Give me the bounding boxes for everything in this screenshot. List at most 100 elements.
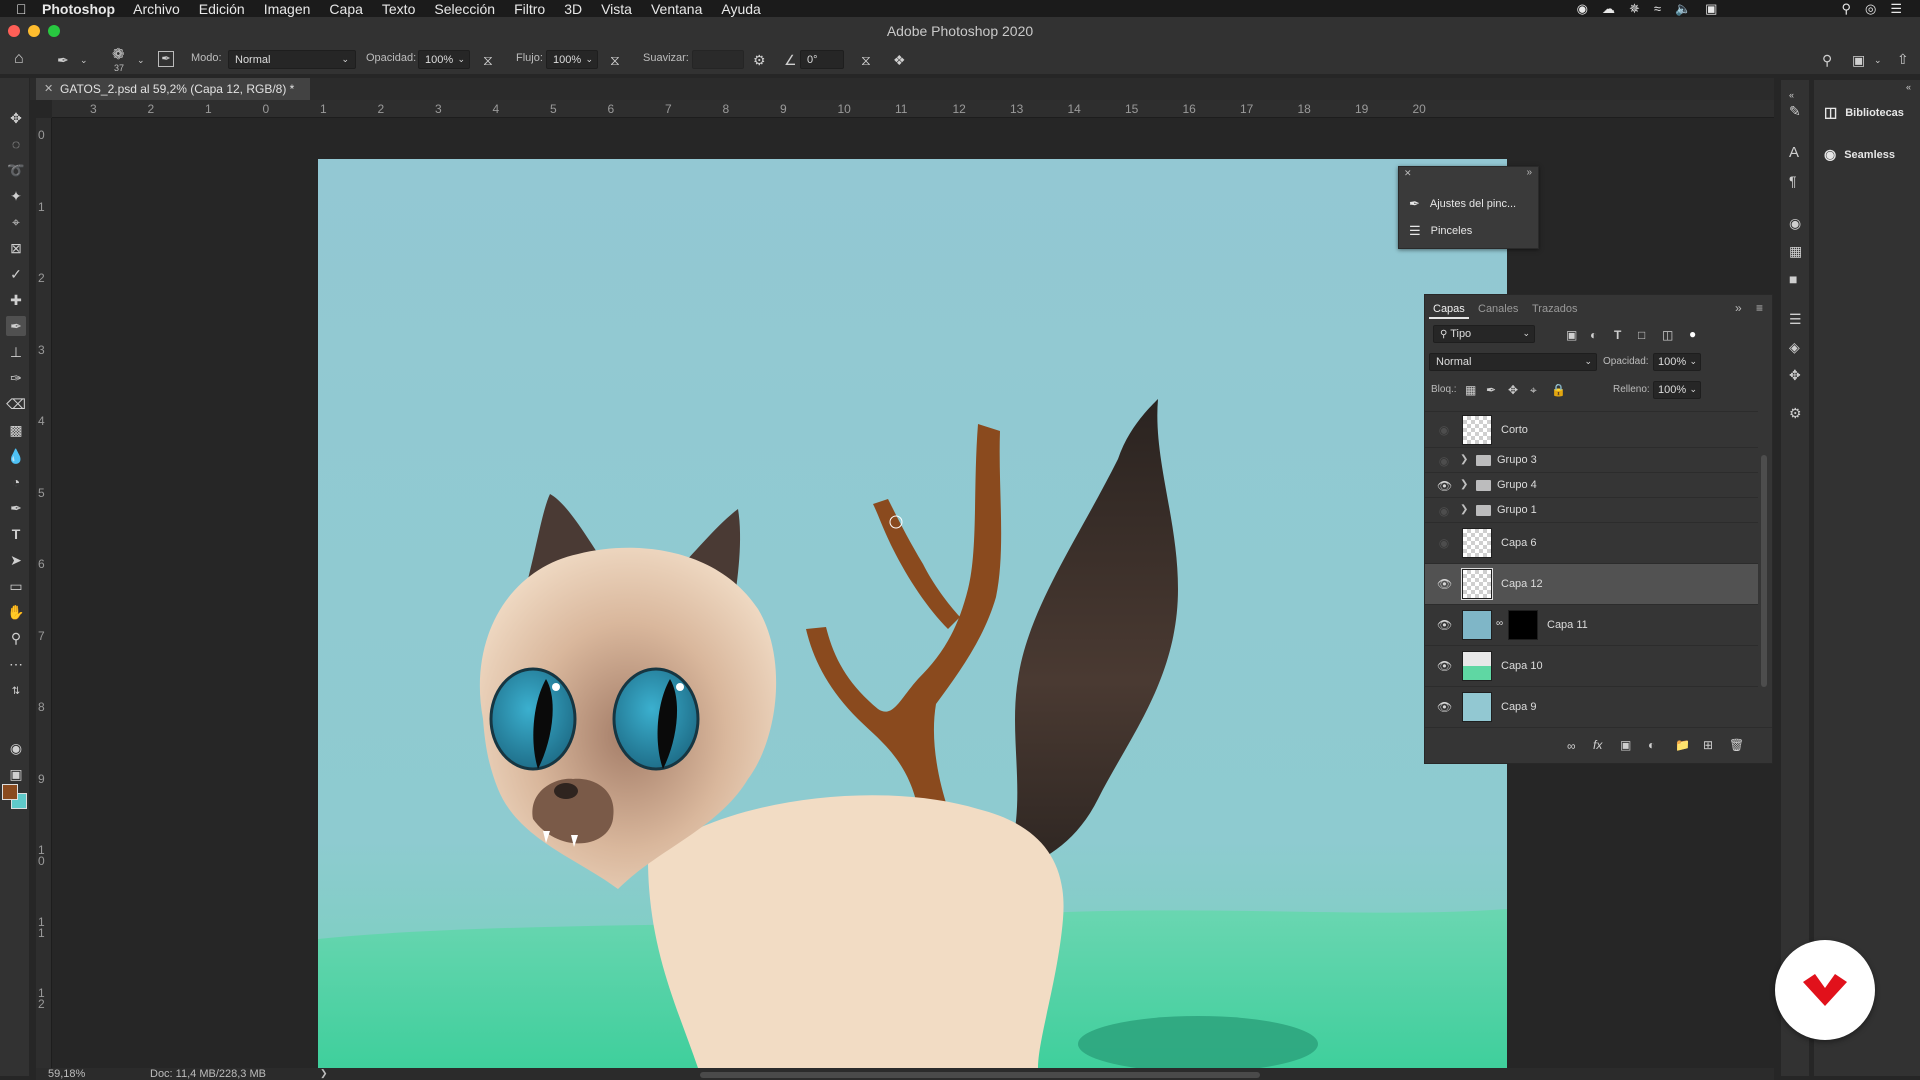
airbrush-icon[interactable]: ⧖ [610, 53, 620, 67]
marquee-tool-icon[interactable]: ◌ [6, 134, 26, 154]
symmetry-icon[interactable]: ❖ [893, 53, 906, 67]
seamless-tab[interactable]: ◉ Seamless [1824, 146, 1895, 163]
layers-panel-icon[interactable]: ☰ [1789, 312, 1802, 326]
swatches-panel-icon[interactable]: ▦ [1789, 244, 1802, 258]
chevron-down-icon[interactable]: ⌄ [137, 53, 145, 67]
display-icon[interactable]: ▣ [1705, 1, 1717, 17]
eye-icon[interactable]: 👁 [1437, 577, 1452, 591]
panel-menu-icon[interactable]: ≡ [1756, 301, 1763, 315]
visibility-toggle[interactable]: ◉ [1437, 536, 1451, 550]
menu-archivo[interactable]: Archivo [133, 1, 180, 17]
menu-capa[interactable]: Capa [329, 1, 362, 17]
link-layers-icon[interactable]: ∞ [1567, 739, 1576, 753]
bluetooth-icon[interactable]: ✵ [1629, 1, 1640, 17]
menu-edicion[interactable]: Edición [199, 1, 245, 17]
minimize-window-button[interactable] [28, 25, 40, 37]
menu-filtro[interactable]: Filtro [514, 1, 545, 17]
filter-smart-object-icon[interactable]: ◫ [1662, 328, 1673, 342]
close-window-button[interactable] [8, 25, 20, 37]
blend-mode-select[interactable]: Normal ⌄ [1429, 353, 1597, 371]
angle-input[interactable]: 0° [800, 50, 844, 69]
filter-adjustment-icon[interactable]: ◐ [1590, 328, 1597, 342]
path-selection-tool-icon[interactable]: ➤ [6, 550, 26, 570]
brush-tip-icon[interactable]: ❁ [112, 47, 125, 62]
app-menu[interactable]: Photoshop [42, 1, 115, 17]
wifi-icon[interactable]: ≈ [1654, 1, 1661, 16]
brush-panel-toggle-icon[interactable]: ✒ [158, 51, 174, 67]
layer-row-grupo-3[interactable]: ◉ ❯ Grupo 3 [1425, 447, 1758, 472]
brush-tool-icon[interactable]: ✒ [6, 316, 26, 336]
menu-imagen[interactable]: Imagen [264, 1, 311, 17]
eyedropper-tool-icon[interactable]: ✓ [6, 264, 26, 284]
pressure-opacity-icon[interactable]: ⧖ [483, 53, 493, 67]
paths-panel-icon[interactable]: ✥ [1789, 368, 1801, 382]
properties-panel-icon[interactable]: ⚙ [1789, 406, 1802, 420]
artwork-canvas[interactable] [318, 159, 1507, 1068]
stamp-tool-icon[interactable]: ⊥ [6, 342, 26, 362]
eye-icon[interactable]: 👁 [1437, 479, 1452, 493]
lock-position-icon[interactable]: ✥ [1508, 383, 1518, 397]
home-icon[interactable]: ⌂ [14, 51, 24, 67]
layer-filter-select[interactable]: ⚲ Tipo ⌄ [1433, 325, 1535, 343]
zoom-tool-icon[interactable]: ⚲ [6, 628, 26, 648]
new-group-icon[interactable]: 📁 [1675, 738, 1690, 752]
layer-row-capa-9[interactable]: 👁 Capa 9 [1425, 686, 1758, 727]
libraries-tab[interactable]: ◫ Bibliotecas [1824, 104, 1904, 121]
pressure-size-icon[interactable]: ⧖ [861, 53, 871, 67]
visibility-toggle[interactable]: ◉ [1437, 423, 1451, 437]
collapse-dock-icon[interactable]: « [1906, 80, 1911, 94]
horizontal-scrollbar[interactable] [700, 1072, 1260, 1078]
adjustment-layer-icon[interactable]: ◐ [1648, 738, 1655, 752]
lock-pixels-icon[interactable]: ✒ [1486, 383, 1496, 397]
search-icon[interactable]: ⚲ [1822, 53, 1832, 67]
gradients-panel-icon[interactable]: ■ [1789, 272, 1797, 286]
brush-settings-item[interactable]: ✒ Ajustes del pinc... [1409, 193, 1516, 215]
tab-canales[interactable]: Canales [1478, 303, 1518, 315]
visibility-toggle[interactable]: ◉ [1437, 454, 1451, 468]
layer-row-capa-12[interactable]: 👁 Capa 12 [1425, 563, 1758, 604]
frame-tool-icon[interactable]: ⊠ [6, 238, 26, 258]
collapse-dock-icon[interactable]: « [1789, 88, 1794, 102]
layers-scrollbar[interactable] [1761, 455, 1767, 687]
chevron-right-icon[interactable]: ❯ [1460, 479, 1468, 490]
menu-ventana[interactable]: Ventana [651, 1, 702, 17]
chevron-down-icon[interactable]: ⌄ [1874, 53, 1882, 67]
color-panel-icon[interactable]: ◉ [1789, 216, 1801, 230]
menu-3d[interactable]: 3D [564, 1, 582, 17]
add-mask-icon[interactable]: ▣ [1620, 738, 1631, 752]
pen-tool-icon[interactable]: ✒ [6, 498, 26, 518]
gear-icon[interactable]: ⚙ [753, 53, 766, 67]
foreground-color-swatch[interactable] [2, 784, 18, 800]
rectangle-tool-icon[interactable]: ▭ [6, 576, 26, 596]
tab-trazados[interactable]: Trazados [1532, 303, 1577, 315]
tab-capas[interactable]: Capas [1433, 303, 1465, 315]
lock-artboard-icon[interactable]: ⌖ [1530, 383, 1537, 397]
brush-tool-preset-icon[interactable]: ✒ [57, 53, 69, 67]
lock-all-icon[interactable]: 🔒 [1551, 383, 1566, 397]
zoom-level[interactable]: 59,18% [48, 1068, 85, 1080]
character-panel-icon[interactable]: A [1789, 145, 1799, 160]
layer-mask-thumbnail[interactable] [1508, 610, 1538, 640]
chevron-right-icon[interactable]: ❯ [1460, 504, 1468, 515]
document-tab[interactable]: ✕ GATOS_2.psd al 59,2% (Capa 12, RGB/8) … [36, 78, 310, 100]
close-tab-icon[interactable]: ✕ [44, 78, 53, 100]
blur-tool-icon[interactable]: 💧 [6, 446, 26, 466]
layer-row-capa-11[interactable]: 👁 ∞ Capa 11 [1425, 604, 1758, 645]
layer-row-grupo-1[interactable]: ◉ ❯ Grupo 1 [1425, 497, 1758, 522]
screen-mode-icon[interactable]: ▣ [6, 764, 26, 784]
channels-panel-icon[interactable]: ◈ [1789, 340, 1800, 354]
hand-tool-icon[interactable]: ✋ [6, 602, 26, 622]
history-panel-icon[interactable]: ✎ [1789, 104, 1801, 118]
paragraph-panel-icon[interactable]: ¶ [1789, 174, 1797, 188]
chevron-right-icon[interactable]: ❯ [1460, 454, 1468, 465]
new-layer-icon[interactable]: ⊞ [1703, 738, 1713, 752]
smoothing-input[interactable] [692, 50, 744, 69]
quick-mask-icon[interactable]: ◉ [6, 738, 26, 758]
layer-row-grupo-4[interactable]: 👁 ❯ Grupo 4 [1425, 472, 1758, 497]
spotlight-search-icon[interactable]: ⚲ [1841, 1, 1851, 17]
fill-input[interactable]: 100% ⌄ [1653, 381, 1701, 399]
record-icon[interactable]: ◉ [1577, 1, 1588, 17]
notification-center-icon[interactable]: ☰ [1890, 1, 1902, 17]
flow-input[interactable]: 100% ⌄ [546, 50, 598, 69]
brushes-item[interactable]: ☰ Pinceles [1409, 220, 1472, 242]
